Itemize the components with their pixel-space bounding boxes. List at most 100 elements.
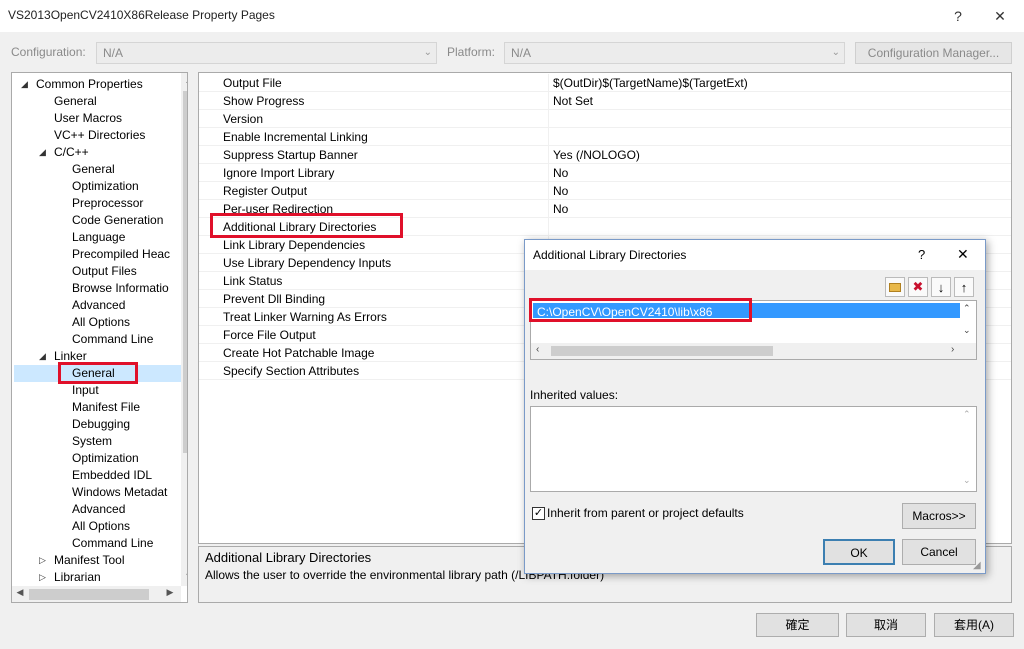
scroll-up-icon[interactable]: ⌃	[963, 303, 971, 314]
tree-item[interactable]: Librarian	[54, 569, 101, 586]
apply-button[interactable]: 套用(A)	[934, 613, 1014, 637]
platform-dropdown[interactable]: N/A ⌄	[504, 42, 845, 64]
property-value[interactable]: Not Set	[553, 94, 593, 108]
tree-item[interactable]: Debugging	[72, 416, 130, 433]
directory-horizontal-scroll-thumb[interactable]	[551, 346, 773, 356]
property-name: Register Output	[223, 184, 308, 198]
tree-item[interactable]: Common Properties	[36, 76, 143, 93]
tree-item[interactable]: Advanced	[72, 297, 125, 314]
macros-button[interactable]: Macros>>	[902, 503, 976, 529]
tree-item[interactable]: Windows Metadat	[72, 484, 167, 501]
description-title: Additional Library Directories	[205, 550, 372, 565]
column-divider	[548, 218, 549, 236]
property-name: Output File	[223, 76, 282, 90]
property-tree[interactable]: ◢ Common Properties General User Macros VC++…	[11, 72, 188, 603]
tree-item[interactable]: Advanced	[72, 501, 125, 518]
property-name: Link Status	[223, 274, 283, 288]
dialog-title: Additional Library Directories	[533, 248, 687, 262]
move-up-button[interactable]: ↑	[954, 277, 974, 297]
property-row[interactable]: Version	[199, 110, 1011, 128]
tree-item[interactable]: Embedded IDL	[72, 467, 152, 484]
scroll-up-icon[interactable]: ⌃	[963, 409, 971, 420]
tree-item[interactable]: Command Line	[72, 535, 153, 552]
arrow-down-icon: ↓	[937, 279, 945, 295]
expand-icon[interactable]: ▷	[39, 555, 46, 566]
help-button[interactable]: ?	[935, 0, 981, 32]
property-value[interactable]: Yes (/NOLOGO)	[553, 148, 640, 162]
property-highlight-box	[210, 213, 403, 238]
property-name: Specify Section Attributes	[223, 364, 360, 378]
configuration-value: N/A	[103, 46, 124, 60]
expand-collapse-icon[interactable]: ◢	[39, 147, 46, 158]
cancel-button[interactable]: 取消	[846, 613, 926, 637]
tree-item[interactable]: Manifest File	[72, 399, 140, 416]
scroll-right-icon[interactable]: ›	[951, 344, 954, 355]
tree-vertical-scroll-thumb[interactable]	[183, 91, 187, 453]
close-button[interactable]: ✕	[977, 0, 1023, 32]
resize-grip-icon[interactable]: ◢	[973, 560, 981, 571]
library-directories-dialog: Additional Library Directories ? ✕ ✖ ↓ ↑…	[524, 239, 986, 574]
chevron-down-icon: ⌄	[423, 47, 432, 58]
tree-item[interactable]: System	[72, 433, 112, 450]
property-value[interactable]: No	[553, 184, 568, 198]
dialog-close-button[interactable]: ✕	[957, 246, 969, 263]
tree-item[interactable]: Output Files	[72, 263, 137, 280]
property-name: Enable Incremental Linking	[223, 130, 368, 144]
configuration-manager-button[interactable]: Configuration Manager...	[855, 42, 1012, 64]
tree-item[interactable]: General	[54, 93, 97, 110]
tree-item[interactable]: Optimization	[72, 178, 139, 195]
tree-item[interactable]: All Options	[72, 314, 130, 331]
tree-horizontal-scroll-thumb[interactable]	[29, 589, 149, 600]
tree-item[interactable]: C/C++	[54, 144, 89, 161]
property-value[interactable]: No	[553, 166, 568, 180]
scroll-left-icon[interactable]: ◀	[12, 587, 28, 598]
directory-highlight-box	[529, 298, 752, 322]
tree-item[interactable]: VC++ Directories	[54, 127, 145, 144]
ok-button[interactable]: 確定	[756, 613, 839, 637]
property-value[interactable]: $(OutDir)$(TargetName)$(TargetExt)	[553, 76, 748, 90]
move-down-button[interactable]: ↓	[931, 277, 951, 297]
tree-item[interactable]: Language	[72, 229, 125, 246]
expand-icon[interactable]: ▷	[39, 572, 46, 583]
column-divider	[548, 164, 549, 182]
configuration-dropdown[interactable]: N/A ⌄	[96, 42, 437, 64]
expand-collapse-icon[interactable]: ◢	[21, 79, 28, 90]
new-folder-button[interactable]	[885, 277, 905, 297]
tree-item[interactable]: Browse Informatio	[72, 280, 169, 297]
scroll-up-icon[interactable]: ▲	[181, 75, 187, 85]
property-row[interactable]: Output File $(OutDir)$(TargetName)$(Targe…	[199, 74, 1011, 92]
folder-icon	[889, 282, 901, 292]
delete-button[interactable]: ✖	[908, 277, 928, 297]
inherited-values-label: Inherited values:	[530, 388, 619, 402]
checkmark-icon: ✓	[533, 507, 544, 519]
dialog-ok-button[interactable]: OK	[823, 539, 895, 565]
inherited-values-list[interactable]: ⌃ ⌄	[530, 406, 977, 492]
property-row[interactable]: Register Output No	[199, 182, 1011, 200]
expand-collapse-icon[interactable]: ◢	[39, 351, 46, 362]
property-row[interactable]: Show Progress Not Set	[199, 92, 1011, 110]
tree-item[interactable]: User Macros	[54, 110, 122, 127]
tree-item[interactable]: Code Generation	[72, 212, 163, 229]
property-name: Show Progress	[223, 94, 305, 108]
property-row[interactable]: Enable Incremental Linking	[199, 128, 1011, 146]
tree-item[interactable]: Precompiled Heac	[72, 246, 170, 263]
scroll-left-icon[interactable]: ‹	[536, 344, 539, 355]
scroll-right-icon[interactable]: ▶	[162, 587, 178, 598]
configuration-label: Configuration:	[11, 45, 86, 59]
tree-item[interactable]: Command Line	[72, 331, 153, 348]
property-row[interactable]: Suppress Startup Banner Yes (/NOLOGO)	[199, 146, 1011, 164]
property-value[interactable]: No	[553, 202, 568, 216]
dialog-cancel-button[interactable]: Cancel	[902, 539, 976, 565]
scroll-down-icon[interactable]: ⌄	[963, 325, 971, 336]
scroll-down-icon[interactable]: ⌄	[963, 475, 971, 486]
tree-item[interactable]: Manifest Tool	[54, 552, 124, 569]
tree-item[interactable]: Input	[72, 382, 99, 399]
inherit-checkbox[interactable]: ✓	[532, 507, 545, 520]
property-row[interactable]: Ignore Import Library No	[199, 164, 1011, 182]
tree-item[interactable]: Preprocessor	[72, 195, 143, 212]
tree-item[interactable]: General	[72, 161, 115, 178]
dialog-help-button[interactable]: ?	[918, 247, 925, 262]
tree-item[interactable]: All Options	[72, 518, 130, 535]
scroll-down-icon[interactable]: ▼	[181, 571, 187, 581]
tree-item[interactable]: Optimization	[72, 450, 139, 467]
